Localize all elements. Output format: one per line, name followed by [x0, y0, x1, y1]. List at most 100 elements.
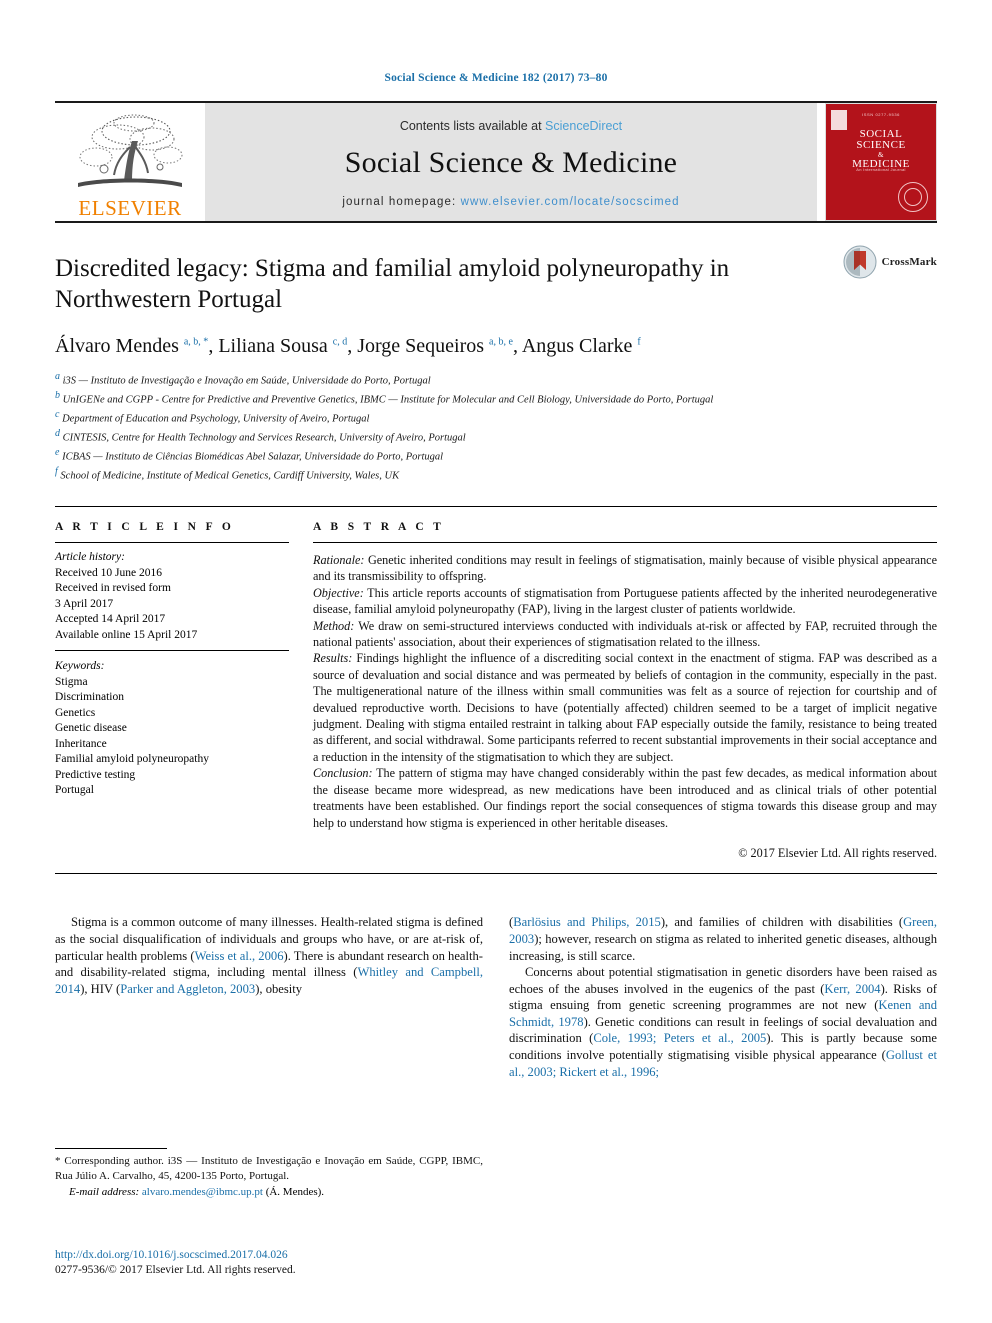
affiliation-f: f School of Medicine, Institute of Medic…: [55, 465, 937, 484]
crossmark-badge[interactable]: CrossMark: [843, 245, 937, 279]
affiliation-marker-d: d: [55, 428, 60, 439]
body-text-run: ); however, research on stigma as relate…: [509, 931, 937, 963]
abstract-paragraph-objective: Objective: This article reports accounts…: [313, 585, 937, 618]
abstract-label-objective: Objective:: [313, 585, 364, 600]
abstract-column: A B S T R A C T Rationale: Genetic inher…: [313, 521, 937, 861]
journal-title: Social Science & Medicine: [344, 145, 678, 179]
article-info-heading: A R T I C L E I N F O: [55, 521, 235, 533]
affiliation-a: a i3S — Instituto de Investigação e Inov…: [55, 370, 937, 389]
abstract-text-results: Findings highlight the influence of a di…: [313, 651, 937, 764]
journal-masthead: ELSEVIER Contents lists available at Sci…: [55, 101, 937, 221]
cover-title-line2: SCIENCE: [856, 139, 906, 151]
keywords-group: Keywords: Stigma Discrimination Genetics…: [55, 651, 289, 799]
sciencedirect-link[interactable]: ScienceDirect: [545, 119, 622, 133]
elsevier-tree-icon: [78, 114, 183, 187]
keyword-item: Portugal: [55, 784, 94, 796]
homepage-url-link[interactable]: www.elsevier.com/locate/socscimed: [461, 196, 680, 208]
keyword-item: Stigma: [55, 675, 88, 688]
abstract-heading: A B S T R A C T: [313, 521, 445, 533]
elsevier-logo: ELSEVIER: [55, 103, 205, 221]
history-received: Received 10 June 2016: [55, 566, 162, 579]
history-available-online: Available online 15 April 2017: [55, 628, 198, 641]
keyword-item: Inheritance: [55, 737, 107, 750]
history-accepted: Accepted 14 April 2017: [55, 613, 166, 625]
body-text-run: ), obesity: [255, 981, 303, 996]
body-columns: Stigma is a common outcome of many illne…: [55, 914, 937, 1080]
abstract-paragraph-method: Method: We draw on semi-structured inter…: [313, 618, 937, 651]
affiliation-list: a i3S — Instituto de Investigação e Inov…: [55, 370, 937, 484]
affiliation-marker-f: f: [55, 466, 58, 477]
author-list: Álvaro Mendes a, b, *, Liliana Sousa c, …: [55, 335, 641, 357]
journal-cover-thumbnail: ISSN 0277-9536 SOCIAL SCIENCE & MEDICINE…: [825, 103, 937, 221]
contents-prefix: Contents lists available at: [399, 118, 546, 133]
footnote-rule: [55, 1148, 167, 1149]
abstract-label-method: Method:: [313, 618, 355, 633]
email-label: E-mail address:: [69, 1186, 140, 1199]
issn-copyright-line: 0277-9536/© 2017 Elsevier Ltd. All right…: [55, 1264, 296, 1276]
affiliation-text-b: UnIGENe and CGPP - Centre for Predictive…: [62, 394, 714, 406]
body-text-run: ), and families of children with disabil…: [660, 915, 904, 930]
affiliation-marker-b: b: [55, 390, 60, 401]
abstract-copyright: © 2017 Elsevier Ltd. All rights reserved…: [738, 845, 937, 860]
cover-title: SOCIAL SCIENCE & MEDICINE: [826, 129, 936, 170]
crossmark-label: CrossMark: [881, 256, 937, 268]
abstract-text-conclusion: The pattern of stigma may have changed c…: [313, 766, 937, 830]
journal-homepage-line: journal homepage: www.elsevier.com/locat…: [342, 196, 679, 208]
body-paragraph: Stigma is a common outcome of many illne…: [55, 914, 483, 997]
body-text-run: ), HIV (: [80, 981, 121, 996]
body-column-left: Stigma is a common outcome of many illne…: [55, 914, 483, 1080]
abstract-text-objective: This article reports accounts of stigmat…: [313, 585, 937, 617]
email-link[interactable]: alvaro.mendes@ibmc.up.pt: [142, 1186, 263, 1198]
abstract-label-results: Results:: [313, 651, 353, 666]
info-abstract-section: A R T I C L E I N F O Article history: R…: [55, 506, 937, 861]
cover-seal-icon: [898, 182, 928, 212]
affiliation-c: c Department of Education and Psychology…: [55, 408, 937, 427]
abstract-bottom-rule: [55, 873, 937, 875]
corresponding-author-text: Corresponding author. i3S — Instituto de…: [55, 1155, 483, 1182]
cover-issn-label: ISSN 0277-9536: [862, 112, 900, 117]
abstract-text-method: We draw on semi-structured interviews co…: [313, 618, 937, 650]
affiliation-text-d: CINTESIS, Centre for Health Technology a…: [62, 432, 466, 444]
keyword-item: Genetics: [55, 706, 96, 719]
abstract-label-rationale: Rationale:: [313, 553, 365, 567]
affiliation-text-e: ICBAS — Instituto de Ciências Biomédicas…: [62, 451, 444, 463]
body-paragraph: Concerns about potential stigmatisation …: [509, 964, 937, 1080]
title-block: Discredited legacy: Stigma and familial …: [55, 223, 937, 484]
article-history-label: Article history:: [55, 551, 125, 563]
affiliation-e: e ICBAS — Instituto de Ciências Biomédic…: [55, 446, 937, 465]
article-page: Social Science & Medicine 182 (2017) 73–…: [0, 0, 992, 1323]
affiliation-marker-a: a: [55, 371, 60, 382]
affiliation-text-f: School of Medicine, Institute of Medical…: [60, 470, 400, 482]
article-history-group: Article history: Received 10 June 2016 R…: [55, 543, 289, 650]
citation-link[interactable]: Barlösius and Philips, 2015: [513, 915, 661, 929]
footnote-block: * Corresponding author. i3S — Instituto …: [55, 1148, 483, 1200]
abstract-paragraph-results: Results: Findings highlight the influenc…: [313, 650, 937, 765]
email-note: E-mail address: alvaro.mendes@ibmc.up.pt…: [55, 1185, 483, 1200]
citation-link[interactable]: Parker and Aggleton, 2003: [120, 982, 255, 996]
body-column-right: (Barlösius and Philips, 2015), and famil…: [509, 914, 937, 1080]
citation-link[interactable]: Kerr, 2004: [824, 982, 880, 996]
homepage-prefix: journal homepage:: [342, 195, 461, 208]
affiliation-text-a: i3S — Instituto de Investigação e Inovaç…: [62, 375, 431, 387]
article-info-column: A R T I C L E I N F O Article history: R…: [55, 521, 289, 861]
keywords-label: Keywords:: [55, 660, 105, 672]
contents-available-line: Contents lists available at ScienceDirec…: [400, 119, 622, 133]
history-revised-date: 3 April 2017: [55, 597, 114, 610]
running-head: Social Science & Medicine 182 (2017) 73–…: [384, 72, 608, 84]
affiliation-b: b UnIGENe and CGPP - Centre for Predicti…: [55, 389, 937, 408]
cover-subtitle: An International Journal: [856, 167, 906, 172]
corresponding-author-note: * Corresponding author. i3S — Instituto …: [55, 1154, 483, 1183]
abstract-label-conclusion: Conclusion:: [313, 766, 373, 781]
abstract-paragraph-conclusion: Conclusion: The pattern of stigma may ha…: [313, 765, 937, 831]
affiliation-marker-c: c: [55, 409, 60, 420]
affiliation-text-c: Department of Education and Psychology, …: [62, 413, 370, 425]
doi-link[interactable]: http://dx.doi.org/10.1016/j.socscimed.20…: [55, 1248, 555, 1263]
keyword-item: Genetic disease: [55, 722, 127, 734]
citation-link[interactable]: Weiss et al., 2006: [195, 949, 284, 963]
history-revised-form: Received in revised form: [55, 582, 171, 594]
footer-block: http://dx.doi.org/10.1016/j.socscimed.20…: [55, 1248, 555, 1278]
citation-link[interactable]: Cole, 1993; Peters et al., 2005: [593, 1031, 766, 1045]
abstract-text-rationale: Genetic inherited conditions may result …: [313, 553, 937, 584]
affiliation-marker-e: e: [55, 447, 60, 458]
keyword-item: Predictive testing: [55, 768, 136, 781]
